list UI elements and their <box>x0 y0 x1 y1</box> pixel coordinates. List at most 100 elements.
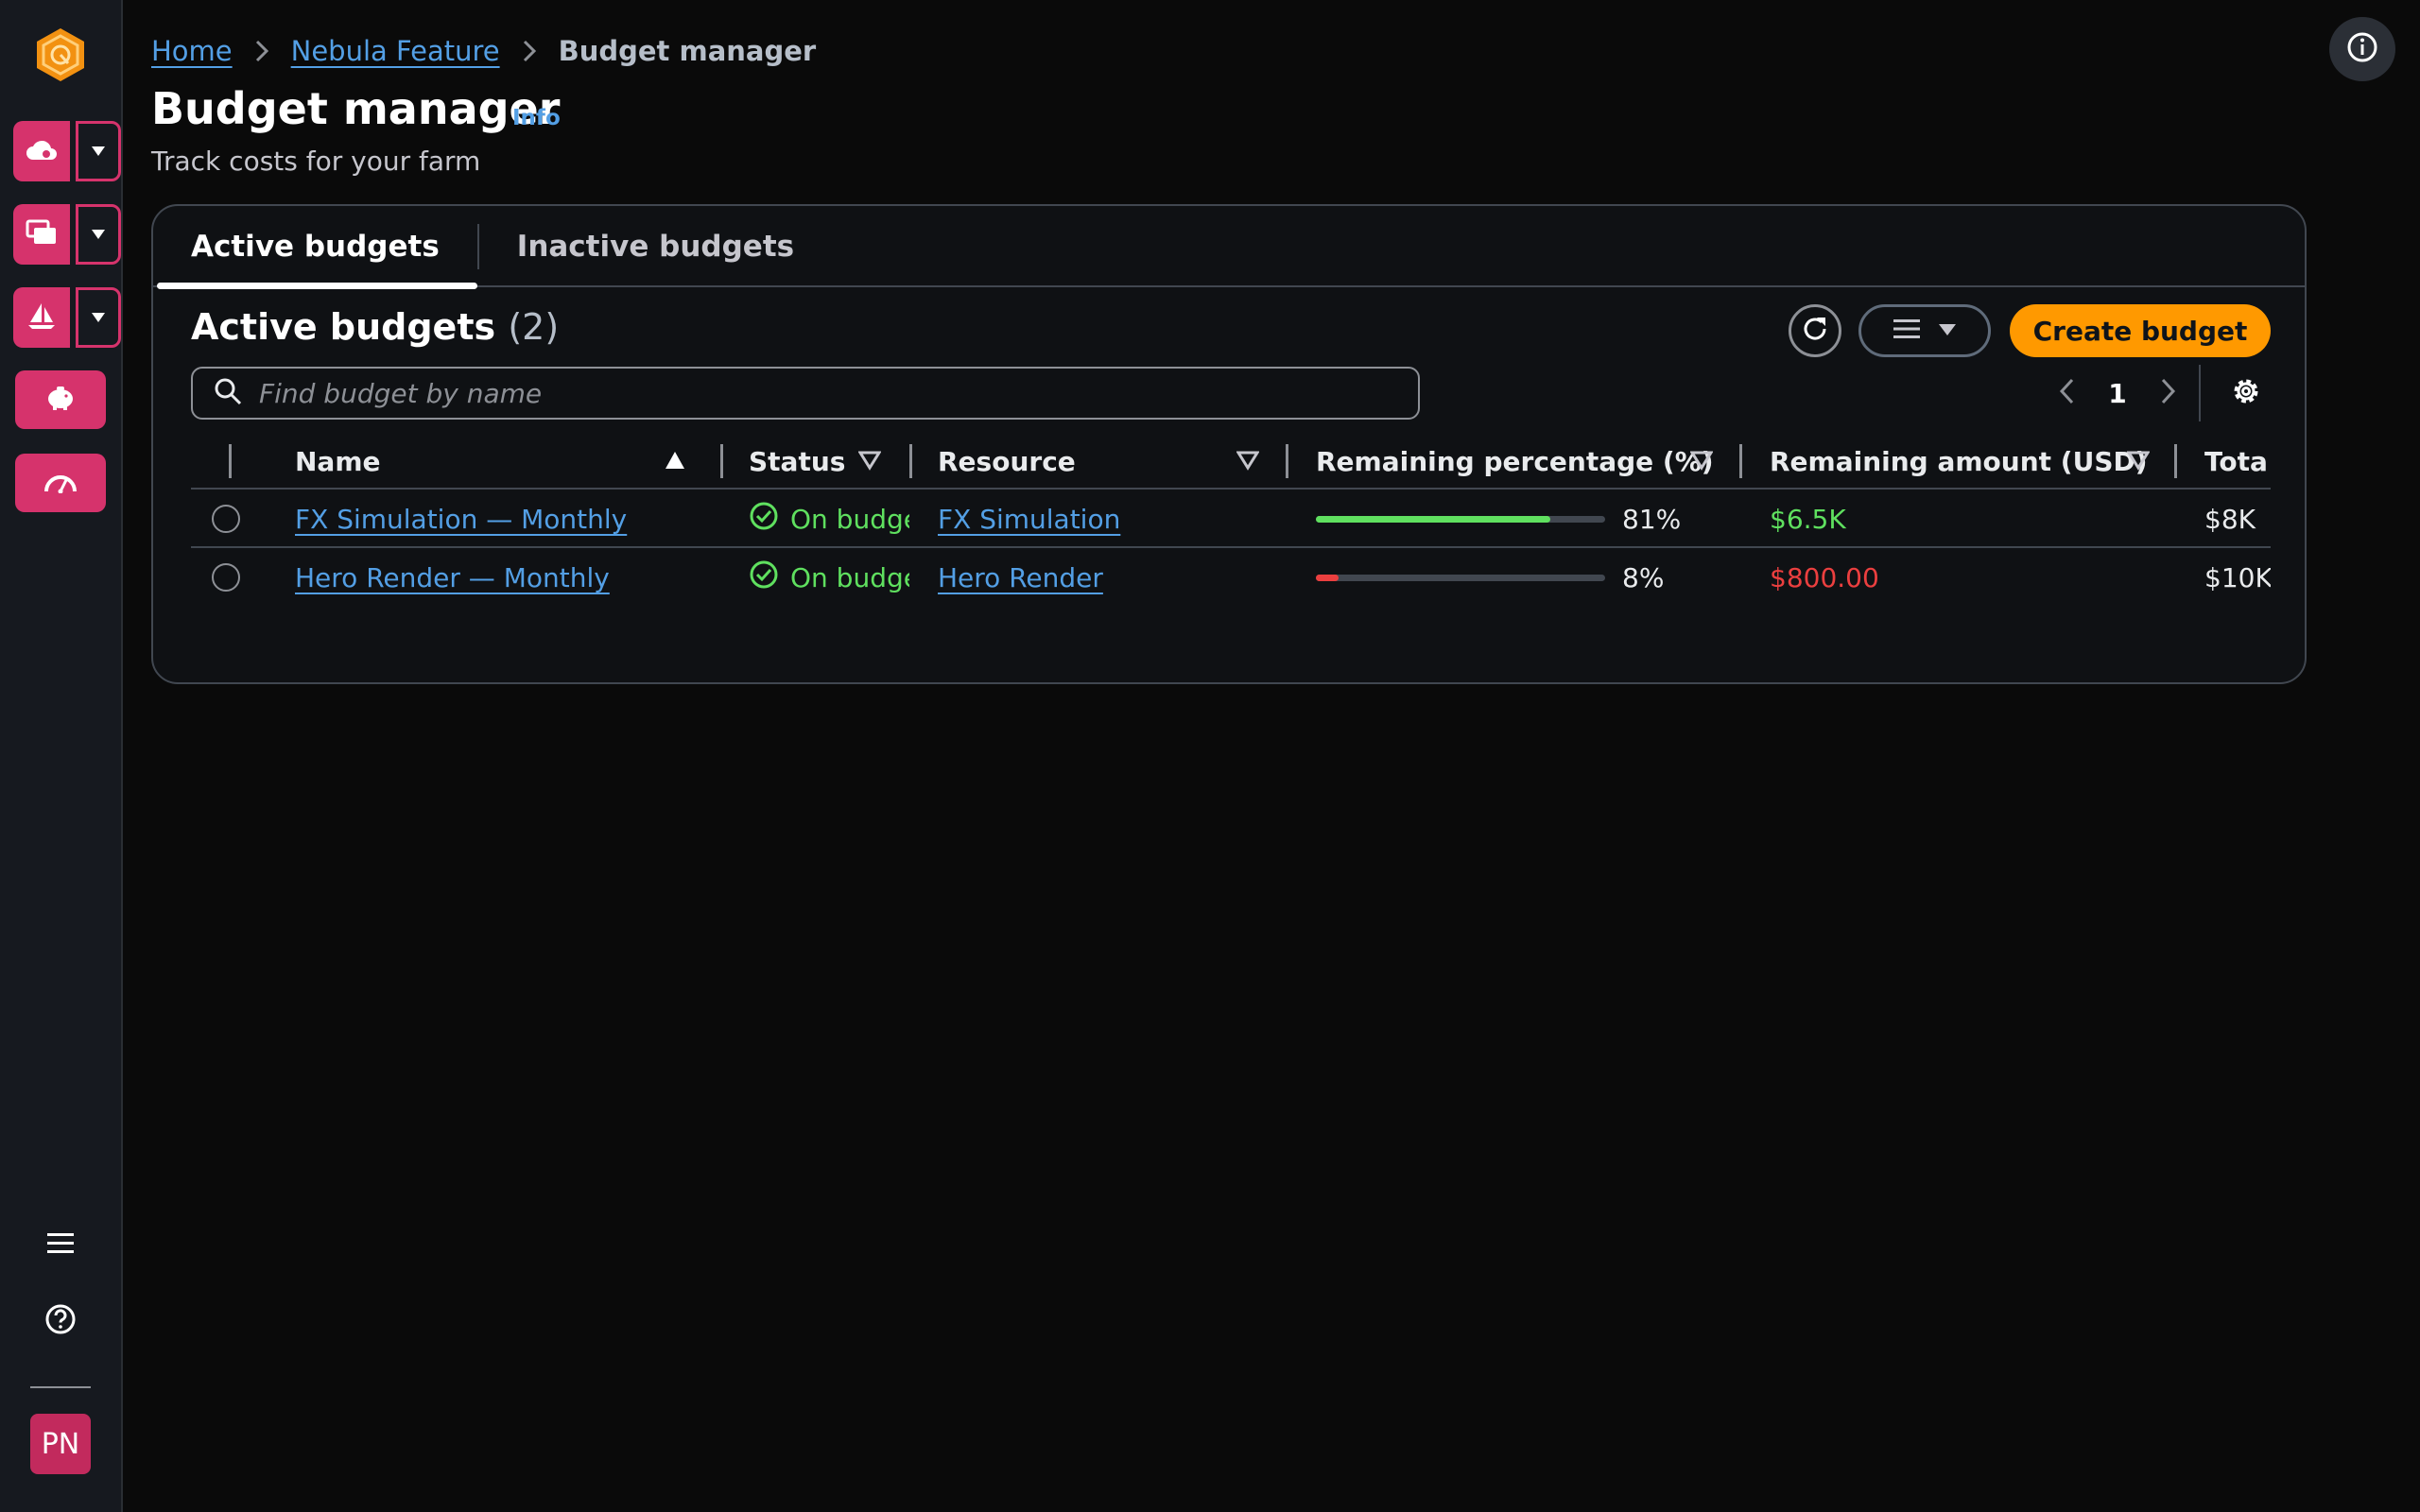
remaining-percentage-value: 81% <box>1622 503 1682 535</box>
row-select-radio[interactable] <box>212 548 240 607</box>
column-divider[interactable] <box>720 444 723 478</box>
cloud-button[interactable] <box>13 121 70 181</box>
sailboat-button[interactable] <box>13 287 70 348</box>
progress-bar <box>1316 574 1605 581</box>
search-box <box>191 367 1420 420</box>
table-row: FX Simulation — Monthly On budge FX Simu… <box>191 490 2271 548</box>
app-logo-icon[interactable] <box>34 26 87 83</box>
filter-icon[interactable] <box>1689 450 1714 474</box>
menu-icon[interactable] <box>38 1221 83 1266</box>
table-preferences-button[interactable] <box>2225 372 2267 414</box>
resource-link[interactable]: FX Simulation <box>938 504 1120 535</box>
rail-divider <box>30 1386 91 1388</box>
chevron-right-icon <box>523 40 536 62</box>
budget-name[interactable]: Hero Render — Monthly <box>295 562 610 593</box>
status-badge: On budge <box>749 501 909 538</box>
page-subtitle: Track costs for your farm <box>151 146 481 177</box>
status-cell: On budge <box>749 548 909 607</box>
budgets-table: Name Status Resource Remaining percentag… <box>191 433 2271 622</box>
resource-cell: FX Simulation <box>938 490 1120 548</box>
page-number[interactable]: 1 <box>2089 378 2146 409</box>
caret-down-icon <box>1938 322 1957 340</box>
check-circle-icon <box>749 501 779 538</box>
filter-icon[interactable] <box>2126 450 2151 474</box>
resource-cell: Hero Render <box>938 548 1103 607</box>
avatar[interactable]: PN <box>30 1414 91 1474</box>
refresh-button[interactable] <box>1789 304 1841 357</box>
check-circle-icon <box>749 559 779 596</box>
column-header-status[interactable]: Status <box>749 433 845 490</box>
piggy-bank-icon <box>43 384 78 416</box>
tab-inactive-budgets[interactable]: Inactive budgets <box>479 206 832 287</box>
pagination: 1 <box>2044 365 2191 421</box>
row-select-radio[interactable] <box>212 490 240 548</box>
sailboat-dropdown-button[interactable] <box>76 287 121 348</box>
windows-button[interactable] <box>13 204 70 265</box>
refresh-icon <box>1800 314 1830 348</box>
budget-nav-button[interactable] <box>15 370 106 429</box>
tab-active-budgets[interactable]: Active budgets <box>153 206 477 289</box>
status-badge: On budge <box>749 559 909 596</box>
cloud-dropdown-button[interactable] <box>76 121 121 181</box>
tab-list: Active budgets Inactive budgets <box>153 206 2305 289</box>
column-header-remaining-percentage[interactable]: Remaining percentage (%) <box>1316 433 1714 490</box>
cloud-icon <box>26 137 58 165</box>
remaining-percentage-cell: 81% <box>1316 490 1681 548</box>
status-text: On budge <box>790 503 909 535</box>
rail-split-sailboat <box>13 287 121 348</box>
chevron-left-icon <box>2059 378 2074 408</box>
sort-ascending-icon[interactable] <box>664 450 686 474</box>
budget-name[interactable]: FX Simulation — Monthly <box>295 504 627 535</box>
rail-split-windows <box>13 204 121 265</box>
status-text: On budge <box>790 561 909 593</box>
breadcrumb-home[interactable]: Home <box>151 35 233 67</box>
breadcrumb-feature[interactable]: Nebula Feature <box>291 35 500 67</box>
actions-dropdown-button[interactable] <box>1858 304 1991 357</box>
breadcrumb: Home Nebula Feature Budget manager <box>151 32 816 70</box>
column-divider[interactable] <box>1286 444 1288 478</box>
budget-name-link: Hero Render — Monthly <box>295 548 610 607</box>
info-panel-button[interactable] <box>2329 17 2395 81</box>
column-header-resource[interactable]: Resource <box>938 433 1076 490</box>
progress-fill <box>1316 574 1340 581</box>
previous-page-button[interactable] <box>2044 378 2089 408</box>
help-icon[interactable] <box>38 1297 83 1342</box>
remaining-percentage-cell: 8% <box>1316 548 1664 607</box>
monitor-nav-button[interactable] <box>15 454 106 512</box>
remaining-amount-value: $6.5K <box>1770 503 1846 535</box>
info-icon <box>2345 30 2379 68</box>
radio-circle <box>212 563 240 592</box>
search-input[interactable] <box>259 377 1374 409</box>
filter-icon[interactable] <box>1236 450 1260 474</box>
status-cell: On budge <box>749 490 909 548</box>
budgets-panel: Active budgets Inactive budgets Active b… <box>151 204 2307 684</box>
progress-bar <box>1316 515 1605 523</box>
column-header-name[interactable]: Name <box>295 433 381 490</box>
create-budget-button[interactable]: Create budget <box>2010 304 2271 357</box>
table-count: (2) <box>508 306 560 348</box>
sailboat-icon <box>26 301 57 334</box>
chevron-right-icon <box>2161 378 2176 408</box>
resource-link[interactable]: Hero Render <box>938 562 1103 593</box>
table-title-text: Active budgets <box>191 306 496 348</box>
column-divider[interactable] <box>909 444 912 478</box>
info-link[interactable]: Info <box>512 106 561 130</box>
windows-dropdown-button[interactable] <box>76 204 121 265</box>
column-header-remaining-amount[interactable]: Remaining amount (USD) <box>1770 433 2148 490</box>
progress-fill <box>1316 515 1550 523</box>
breadcrumb-current: Budget manager <box>558 35 817 67</box>
remaining-percentage-value: 8% <box>1622 561 1665 593</box>
column-divider[interactable] <box>1739 444 1742 478</box>
column-header-total[interactable]: Tota <box>2204 433 2268 490</box>
column-divider[interactable] <box>2174 444 2177 478</box>
caret-down-icon <box>91 143 106 161</box>
pager-divider <box>2199 365 2201 421</box>
table-title: Active budgets (2) <box>191 306 559 348</box>
table-header: Name Status Resource Remaining percentag… <box>191 433 2271 490</box>
next-page-button[interactable] <box>2146 378 2191 408</box>
budget-name-link: FX Simulation — Monthly <box>295 490 627 548</box>
search-icon <box>214 377 242 409</box>
gear-icon <box>2230 375 2262 411</box>
filter-icon[interactable] <box>857 450 882 474</box>
side-rail: PN <box>0 0 123 1512</box>
